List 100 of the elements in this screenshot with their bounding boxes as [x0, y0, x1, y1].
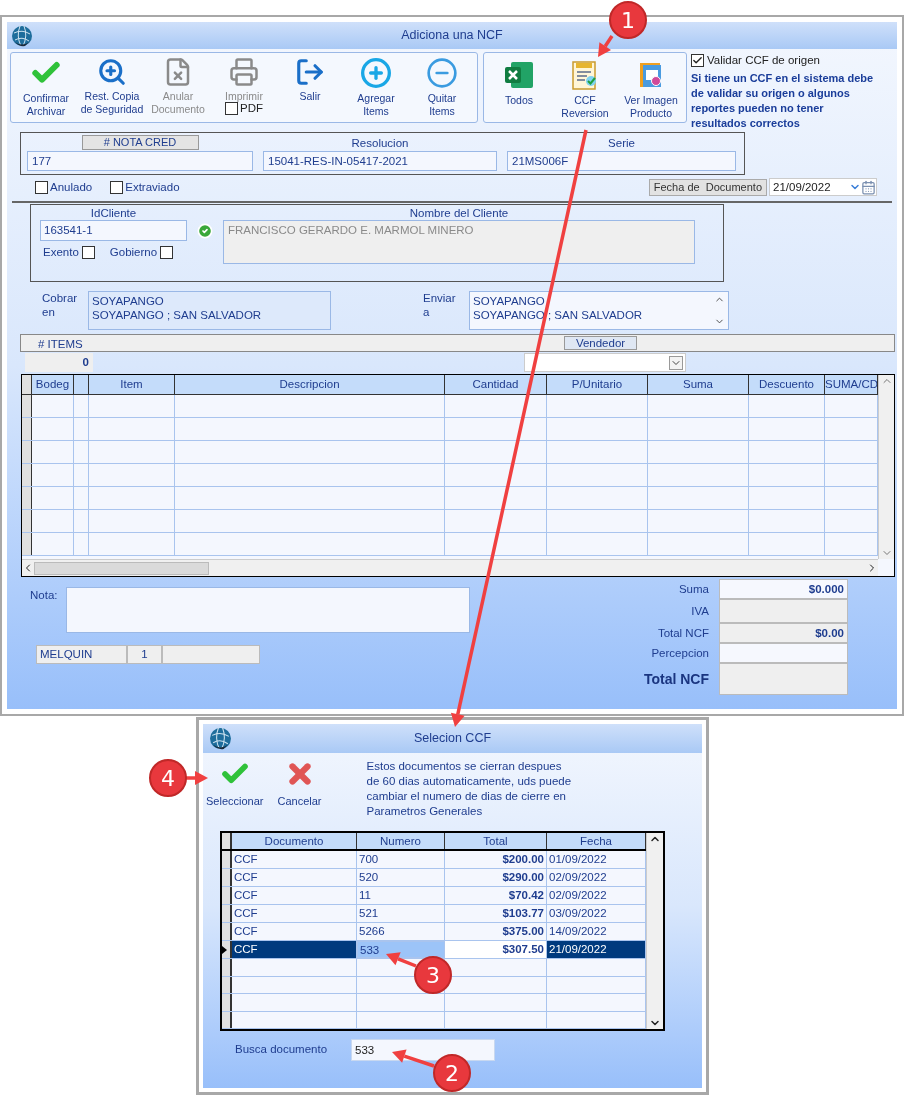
globe-icon	[209, 727, 232, 750]
note-field[interactable]	[66, 587, 470, 634]
field-label: Serie	[608, 136, 635, 151]
total-field[interactable]	[719, 643, 848, 664]
field-label: Enviar a	[423, 291, 457, 321]
printer-icon	[229, 57, 259, 87]
table-cell: $200.00	[445, 851, 547, 868]
zoom-in-icon	[97, 57, 127, 87]
row-header	[222, 1011, 232, 1028]
text-field[interactable]: 21MS006F	[507, 151, 736, 172]
column-header: Numero	[357, 833, 445, 849]
total-field[interactable]: $0.000	[719, 579, 848, 600]
arrow	[386, 952, 417, 968]
column-header: P/Unitario	[547, 375, 648, 395]
checkbox[interactable]	[691, 54, 704, 68]
table-cell: CCF	[232, 887, 357, 904]
total-label: Percepcion	[650, 645, 710, 661]
note-label: Nota:	[30, 588, 59, 604]
column-header: Total	[445, 833, 547, 849]
toolbar-button[interactable]: Salir	[295, 53, 325, 103]
column-header: Descripcion	[175, 375, 445, 395]
checkbox-label: Anulado	[50, 179, 93, 195]
address-field[interactable]: SOYAPANGO SOYAPANGO ; SAN SALVADOR	[88, 291, 331, 331]
toolbar-button[interactable]: Agregar Items	[357, 53, 395, 118]
check-circle-icon[interactable]	[197, 223, 213, 240]
vertical-scrollbar[interactable]	[646, 833, 663, 1029]
scroll-thumb[interactable]	[34, 561, 209, 575]
items-label: # ITEMS	[38, 338, 83, 351]
table-cell: CCF	[232, 869, 357, 886]
date-label: Fecha de Documento	[648, 178, 767, 196]
table-cell: CCF	[232, 941, 357, 958]
total-field: $0.00	[719, 623, 848, 644]
toolbar-button[interactable]: Todos	[486, 53, 552, 122]
dialog-button[interactable]: Cancelar	[277, 759, 322, 819]
caret-icon	[669, 355, 683, 370]
table-cell: $290.00	[445, 869, 547, 886]
table-cell: CCF	[232, 851, 357, 868]
info-message: Estos documentos se cierran despues de 60 dias automaticamente, uds puede cambiar el numero de dias de cierre en Parametros Generales	[366, 759, 572, 819]
vendor-label: Vendedor	[564, 336, 637, 351]
table-cell: 520	[357, 869, 445, 886]
date-field[interactable]: 21/09/2022	[769, 178, 877, 197]
window-title: Selecion CCF	[412, 730, 493, 748]
column-header: Fecha	[547, 833, 646, 849]
total-label: IVA	[690, 603, 710, 619]
total-label: Total NCF	[656, 625, 710, 641]
column-header: SUMA/CD	[825, 375, 878, 395]
arrow	[186, 771, 208, 785]
checkbox[interactable]	[35, 180, 48, 194]
search-field[interactable]: 533	[351, 1039, 495, 1061]
row-header	[22, 418, 32, 441]
dialog-button[interactable]: Seleccionar	[206, 759, 264, 819]
column-header: Documento	[232, 833, 357, 849]
globe-icon	[11, 24, 33, 47]
toolbar-button[interactable]: Rest. Copia de Seguridad	[80, 53, 144, 116]
table-cell: $375.00	[445, 923, 547, 940]
table-cell: 533	[357, 941, 445, 958]
table-cell: 700	[357, 851, 445, 868]
checkbox[interactable]	[81, 246, 95, 260]
total-label: Suma	[677, 581, 710, 597]
row-header	[222, 976, 232, 993]
table-cell: 11	[357, 887, 445, 904]
checkbox-label: Gobierno	[109, 245, 158, 261]
column-header: Item	[89, 375, 175, 395]
total-label: Total NCF	[642, 669, 710, 689]
callout-number: 4	[149, 759, 187, 797]
column-header: Cantidad	[445, 375, 547, 395]
text-field[interactable]: 163541-1	[40, 220, 187, 242]
row-header	[22, 464, 32, 487]
table-cell: CCF	[232, 923, 357, 940]
checkbox-label: Exento	[43, 245, 79, 261]
table-cell: $307.50	[445, 941, 547, 958]
window-title: Adiciona una NCF	[400, 27, 504, 45]
table-cell: $70.42	[445, 887, 547, 904]
calendar-icon[interactable]	[861, 179, 876, 195]
toolbar-button[interactable]: Confirmar Archivar	[22, 53, 70, 118]
validation-note: Si tiene un CCF en el sistema debe de validar su origen o algunos reportes pueden no tener resultados correctos	[691, 71, 874, 132]
field-label: Nombre del Cliente	[409, 206, 509, 221]
horizontal-scrollbar[interactable]	[22, 559, 878, 577]
row-header	[22, 533, 32, 556]
text-field[interactable]: 177	[27, 151, 253, 172]
field-label: IdCliente	[90, 206, 137, 221]
vendor-dropdown[interactable]	[524, 353, 686, 373]
column-header: Descuento	[749, 375, 825, 395]
toolbar-button[interactable]: Ver Imagen Producto	[618, 53, 684, 122]
info-field: MELQUIN	[36, 645, 127, 665]
minus-icon	[426, 57, 458, 89]
row-header	[22, 487, 32, 510]
toolbar-button[interactable]: Quitar Items	[426, 53, 458, 118]
row-header	[222, 833, 232, 849]
checkbox[interactable]	[160, 246, 174, 260]
checkbox-label: PDF	[240, 102, 263, 115]
table-cell: $103.77	[445, 905, 547, 922]
checkbox-label: Extraviado	[125, 179, 180, 195]
text-field[interactable]: 15041-RES-IN-05417-2021	[263, 151, 497, 172]
table-cell: CCF	[232, 905, 357, 922]
checkbox-label: Validar CCF de origen	[707, 53, 820, 68]
checkbox[interactable]	[110, 180, 124, 194]
plus-icon	[360, 57, 392, 89]
toolbar-button[interactable]: CCF Reversion	[552, 53, 618, 122]
callout-number: 1	[609, 1, 647, 39]
